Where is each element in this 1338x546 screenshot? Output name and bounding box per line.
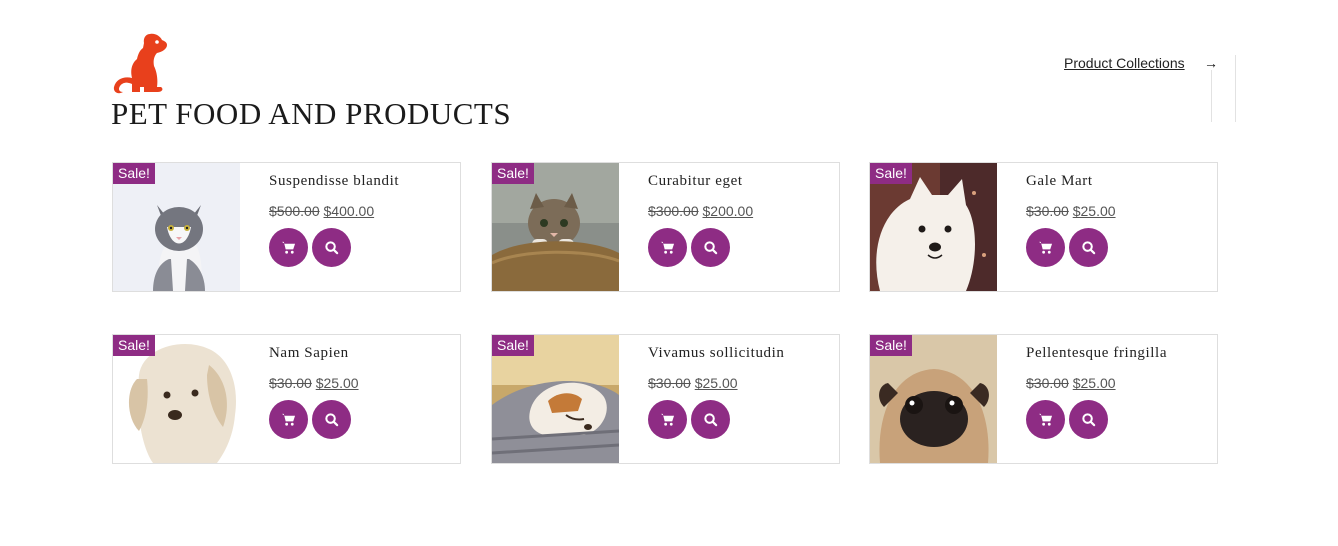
- search-icon: [325, 241, 339, 255]
- arrow-right-icon: →: [1204, 55, 1218, 71]
- product-card: Sale! Nam Sapien $30.00 $25.00: [112, 334, 461, 464]
- product-card: Sale! Vivamus sollicitudin $30.00 $25.00: [491, 334, 840, 464]
- search-icon: [1082, 413, 1096, 427]
- add-to-cart-button[interactable]: [1026, 400, 1065, 439]
- quick-view-button[interactable]: [691, 400, 730, 439]
- price-row: $30.00 $25.00: [648, 375, 838, 391]
- search-icon: [704, 241, 718, 255]
- price-row: $30.00 $25.00: [269, 375, 459, 391]
- search-icon: [1082, 241, 1096, 255]
- divider: [1211, 70, 1212, 122]
- search-icon: [704, 413, 718, 427]
- regular-price: $30.00: [648, 375, 691, 391]
- quick-view-button[interactable]: [312, 400, 351, 439]
- quick-view-button[interactable]: [691, 228, 730, 267]
- sale-badge: Sale!: [492, 163, 534, 184]
- product-card: Sale! Suspendisse blandit $500.00 $400.0…: [112, 162, 461, 292]
- sale-price: $25.00: [1072, 375, 1116, 391]
- add-to-cart-button[interactable]: [1026, 228, 1065, 267]
- sale-price: $25.00: [315, 375, 359, 391]
- add-to-cart-button[interactable]: [269, 228, 308, 267]
- product-title[interactable]: Gale Mart: [1026, 173, 1216, 193]
- product-card: Sale! Gale Mart $30.00 $25.00: [869, 162, 1218, 292]
- cart-icon: [281, 413, 296, 426]
- product-card: Sale! Curabitur eget $300.00 $200.00: [491, 162, 840, 292]
- regular-price: $30.00: [269, 375, 312, 391]
- sale-price: $200.00: [702, 203, 754, 219]
- section-title: PET FOOD AND PRODUCTS: [111, 96, 512, 131]
- sale-badge: Sale!: [113, 163, 155, 184]
- regular-price: $300.00: [648, 203, 699, 219]
- add-to-cart-button[interactable]: [269, 400, 308, 439]
- cart-icon: [660, 241, 675, 254]
- quick-view-button[interactable]: [1069, 228, 1108, 267]
- add-to-cart-button[interactable]: [648, 400, 687, 439]
- product-title[interactable]: Curabitur eget: [648, 173, 838, 193]
- search-icon: [325, 413, 339, 427]
- sale-price: $25.00: [1072, 203, 1116, 219]
- cart-icon: [1038, 241, 1053, 254]
- regular-price: $30.00: [1026, 375, 1069, 391]
- cart-icon: [281, 241, 296, 254]
- quick-view-button[interactable]: [312, 228, 351, 267]
- regular-price: $500.00: [269, 203, 320, 219]
- product-title[interactable]: Suspendisse blandit: [269, 173, 459, 193]
- product-card: Sale! Pellentesque fringilla $30.00 $25.…: [869, 334, 1218, 464]
- regular-price: $30.00: [1026, 203, 1069, 219]
- price-row: $30.00 $25.00: [1026, 203, 1216, 219]
- sale-badge: Sale!: [870, 335, 912, 356]
- cart-icon: [660, 413, 675, 426]
- price-row: $500.00 $400.00: [269, 203, 459, 219]
- sale-price: $400.00: [323, 203, 375, 219]
- price-row: $30.00 $25.00: [1026, 375, 1216, 391]
- divider: [1235, 55, 1236, 122]
- price-row: $300.00 $200.00: [648, 203, 838, 219]
- sale-price: $25.00: [694, 375, 738, 391]
- product-title[interactable]: Pellentesque fringilla: [1026, 345, 1216, 365]
- sale-badge: Sale!: [113, 335, 155, 356]
- cart-icon: [1038, 413, 1053, 426]
- quick-view-button[interactable]: [1069, 400, 1108, 439]
- dog-logo-icon: [110, 32, 170, 96]
- product-title[interactable]: Nam Sapien: [269, 345, 459, 365]
- sale-badge: Sale!: [492, 335, 534, 356]
- product-title[interactable]: Vivamus sollicitudin: [648, 345, 838, 365]
- product-collections-link[interactable]: Product Collections: [1064, 55, 1185, 71]
- sale-badge: Sale!: [870, 163, 912, 184]
- add-to-cart-button[interactable]: [648, 228, 687, 267]
